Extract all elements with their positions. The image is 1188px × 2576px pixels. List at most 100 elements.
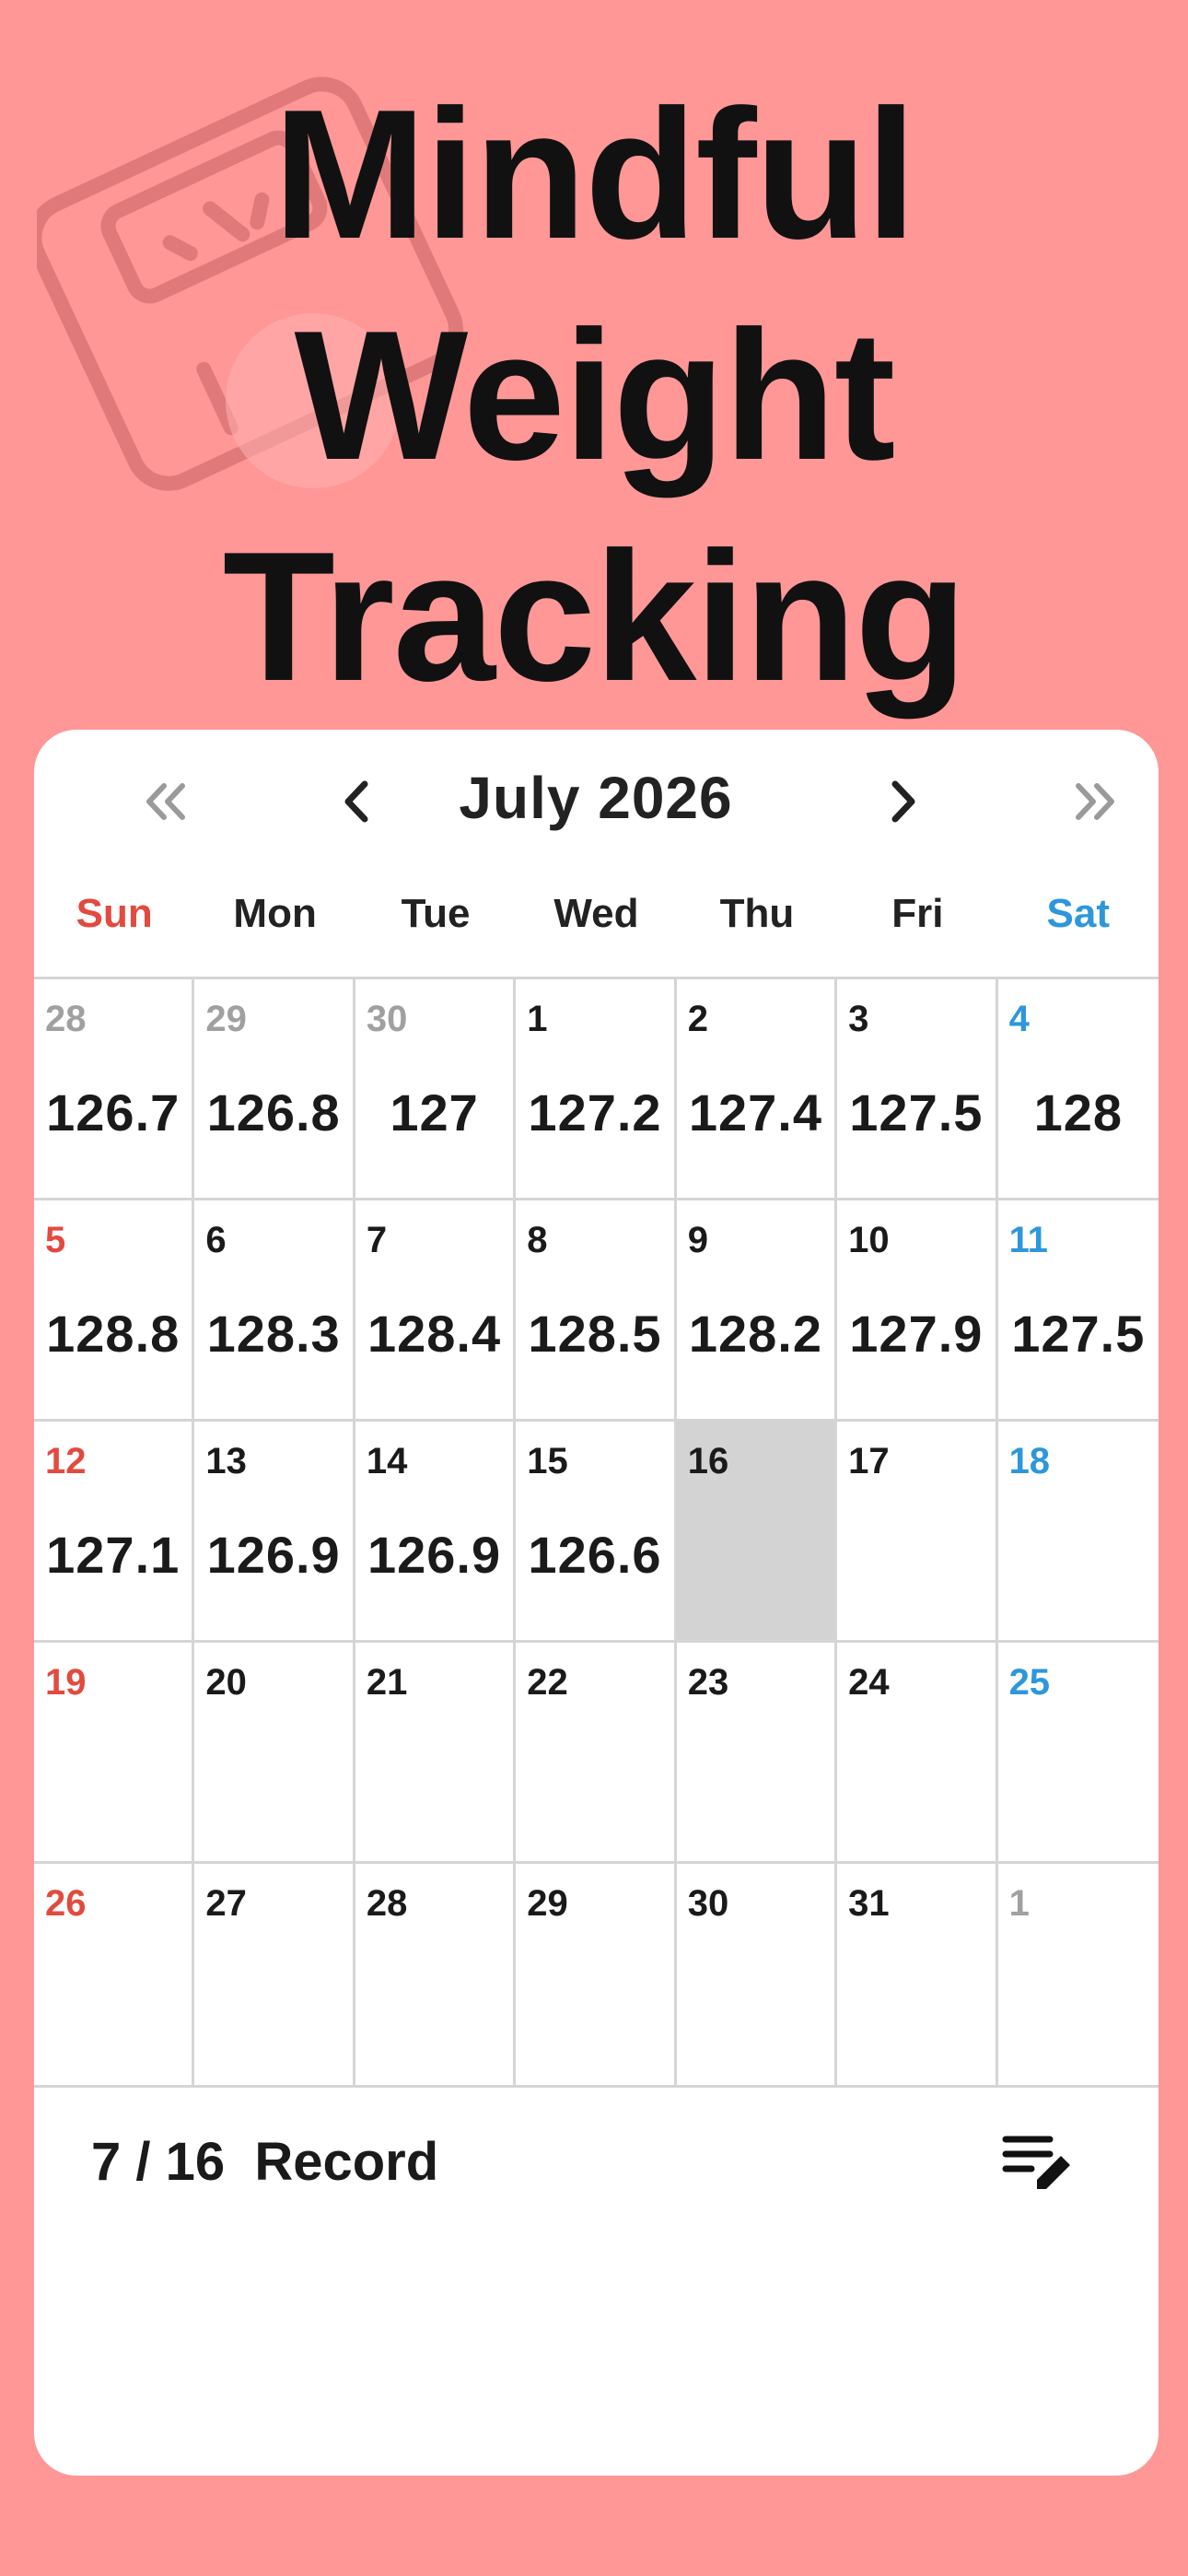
calendar-day-cell-today[interactable]: 16	[676, 1422, 838, 1643]
day-number: 9	[687, 1220, 708, 1260]
day-number: 11	[1008, 1220, 1048, 1260]
edit-records-button[interactable]	[1002, 2128, 1076, 2202]
calendar-day-cell[interactable]: 21	[355, 1643, 517, 1864]
calendar-day-cell[interactable]: 4 128	[997, 979, 1159, 1200]
day-number: 16	[687, 1441, 729, 1481]
footer-bar: 7 / 16 Record	[34, 2093, 1159, 2231]
day-number: 29	[527, 1883, 568, 1924]
day-number: 1	[1008, 1883, 1030, 1924]
calendar-day-cell[interactable]: 18	[997, 1422, 1159, 1643]
weight-value: 127.4	[688, 1083, 822, 1142]
calendar-day-cell[interactable]: 19	[34, 1643, 195, 1864]
calendar-day-cell[interactable]: 25	[997, 1643, 1159, 1864]
calendar-day-cell[interactable]: 23	[676, 1643, 838, 1864]
next-year-button[interactable]	[1054, 760, 1136, 843]
calendar-navigation: July 2026	[34, 730, 1159, 849]
weight-value: 127.1	[46, 1526, 181, 1584]
calendar-day-cell[interactable]: 2 127.4	[676, 979, 838, 1200]
calendar-day-cell[interactable]: 6 128.3	[194, 1200, 355, 1422]
chevron-right-icon	[891, 780, 915, 823]
day-number: 25	[1008, 1662, 1051, 1703]
day-number: 3	[848, 999, 869, 1039]
title-line-1: Mindful	[273, 72, 917, 277]
day-number: 27	[205, 1883, 247, 1924]
day-number: 26	[45, 1883, 87, 1924]
weight-value: 126.9	[367, 1526, 502, 1584]
weight-value: 127.2	[528, 1083, 662, 1142]
day-number: 4	[1008, 999, 1030, 1039]
day-number: 30	[366, 999, 408, 1039]
calendar-day-cell[interactable]: 28 126.7	[34, 979, 195, 1200]
calendar-day-cell[interactable]: 14 126.9	[355, 1422, 517, 1643]
day-number: 5	[45, 1220, 66, 1260]
weight-value: 127.9	[849, 1305, 984, 1363]
weight-value: 128.8	[46, 1305, 181, 1363]
calendar-card: July 2026 Sun Mon Tue Wed Thu Fri Sat 28…	[34, 730, 1159, 2476]
day-number: 28	[366, 1883, 408, 1924]
weight-value: 127.5	[849, 1083, 984, 1142]
month-title: July 2026	[459, 765, 733, 831]
calendar-day-cell[interactable]: 15 126.6	[516, 1422, 677, 1643]
app-title: Mindful Weight Tracking	[0, 64, 1188, 728]
record-count-label: 7 / 16 Record	[91, 2132, 439, 2192]
calendar-grid: 28 126.7 29 126.8 30 127 1 127.2 2 127.4 3 127.5 4 12…	[34, 977, 1159, 2088]
calendar-day-cell[interactable]: 10 127.9	[837, 1200, 998, 1422]
day-number: 28	[45, 999, 87, 1039]
calendar-day-cell[interactable]: 5 128.8	[34, 1200, 195, 1422]
day-number: 14	[366, 1441, 408, 1481]
calendar-day-cell[interactable]: 20	[194, 1643, 355, 1864]
day-number: 7	[366, 1220, 388, 1260]
day-number: 10	[848, 1220, 890, 1260]
calendar-day-cell[interactable]: 9 128.2	[676, 1200, 838, 1422]
calendar-day-cell[interactable]: 29	[516, 1864, 677, 2085]
calendar-day-cell[interactable]: 27	[194, 1864, 355, 2085]
calendar-day-cell[interactable]: 29 126.8	[194, 979, 355, 1200]
day-number: 30	[687, 1883, 729, 1924]
calendar-day-cell[interactable]: 26	[34, 1864, 195, 2085]
double-chevron-right-icon	[1076, 783, 1114, 820]
day-number: 20	[205, 1662, 247, 1703]
day-number: 2	[687, 999, 708, 1039]
weight-value: 126.6	[528, 1526, 662, 1584]
calendar-day-cell[interactable]: 30	[677, 1864, 838, 2085]
day-number: 29	[205, 999, 247, 1039]
weight-value: 128.2	[688, 1305, 822, 1363]
day-number: 19	[45, 1662, 87, 1703]
edit-list-icon	[1002, 2136, 1070, 2189]
day-number: 8	[527, 1220, 548, 1260]
calendar-day-cell[interactable]: 30 127	[355, 979, 517, 1200]
day-number: 18	[1008, 1441, 1051, 1481]
weekday-tue: Tue	[401, 891, 471, 936]
calendar-day-cell[interactable]: 22	[516, 1643, 677, 1864]
day-number: 23	[687, 1662, 729, 1703]
next-month-button[interactable]	[861, 760, 944, 843]
calendar-day-cell[interactable]: 24	[837, 1643, 998, 1864]
calendar-day-cell[interactable]: 11 127.5	[997, 1200, 1159, 1422]
weight-value: 128.3	[206, 1305, 341, 1363]
day-number: 22	[527, 1662, 568, 1703]
weight-value: 126.8	[206, 1083, 341, 1142]
calendar-day-cell[interactable]: 8 128.5	[516, 1200, 677, 1422]
weekday-thu: Thu	[719, 891, 795, 936]
calendar-day-cell[interactable]: 31	[837, 1864, 998, 2085]
day-number: 17	[848, 1441, 890, 1481]
weight-value: 128.4	[367, 1305, 502, 1363]
weight-value: 126.7	[46, 1083, 181, 1142]
weight-value: 128	[1033, 1083, 1123, 1142]
calendar-day-cell[interactable]: 1	[998, 1864, 1159, 2085]
weekday-sun: Sun	[76, 891, 153, 936]
calendar-day-cell[interactable]: 12 127.1	[34, 1422, 195, 1643]
calendar-day-cell[interactable]: 7 128.4	[355, 1200, 517, 1422]
prev-year-button[interactable]	[124, 760, 207, 843]
weekday-sat: Sat	[1046, 891, 1110, 936]
weekday-mon: Mon	[233, 891, 317, 936]
calendar-day-cell[interactable]: 1 127.2	[516, 979, 677, 1200]
calendar-day-cell[interactable]: 3 127.5	[837, 979, 998, 1200]
weight-value: 126.9	[206, 1526, 341, 1584]
calendar-day-cell[interactable]: 13 126.9	[194, 1422, 355, 1643]
day-number: 24	[848, 1662, 890, 1703]
day-number: 6	[205, 1220, 227, 1260]
day-number: 15	[527, 1441, 568, 1481]
calendar-day-cell[interactable]: 17	[837, 1422, 998, 1643]
calendar-day-cell[interactable]: 28	[355, 1864, 517, 2085]
